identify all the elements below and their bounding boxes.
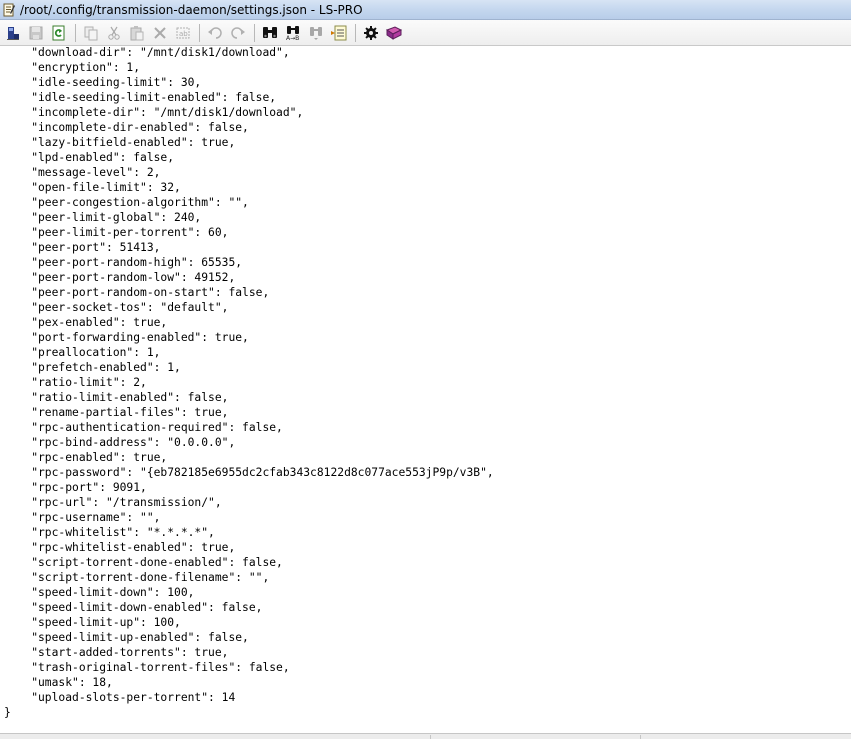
code-line: "lpd-enabled": false, [4,151,175,164]
code-line: "peer-limit-global": 240, [4,211,202,224]
code-line: "download-dir": "/mnt/disk1/download", [4,46,290,59]
text-editor[interactable]: "download-dir": "/mnt/disk1/download", "… [0,46,851,733]
code-line: "port-forwarding-enabled": true, [4,331,249,344]
undo-icon[interactable] [204,22,226,44]
code-line: "open-file-limit": 32, [4,181,181,194]
code-line: "rename-partial-files": true, [4,406,229,419]
find-next-icon[interactable] [305,22,327,44]
code-line: "peer-port-random-low": 49152, [4,271,236,284]
document-icon [3,3,15,17]
status-bar-section [640,735,641,739]
delete-icon[interactable] [149,22,171,44]
code-line: "rpc-authentication-required": false, [4,421,283,434]
code-line: "peer-socket-tos": "default", [4,301,229,314]
code-line: "incomplete-dir": "/mnt/disk1/download", [4,106,304,119]
paste-icon[interactable] [126,22,148,44]
code-line: "upload-slots-per-torrent": 14 [4,691,236,704]
code-line: "peer-port": 51413, [4,241,161,254]
code-line: "preallocation": 1, [4,346,161,359]
svg-text:A→B: A→B [286,35,299,41]
code-line: "script-torrent-done-enabled": false, [4,556,283,569]
code-line: "umask": 18, [4,676,113,689]
code-line: "speed-limit-down-enabled": false, [4,601,263,614]
status-bar [0,733,851,739]
code-line: "rpc-password": "{eb782185e6955dc2cfab34… [4,466,494,479]
code-line: "ratio-limit": 2, [4,376,147,389]
replace-icon[interactable]: A→B [282,22,304,44]
help-icon[interactable] [383,22,405,44]
code-line: "peer-port-random-high": 65535, [4,256,243,269]
code-line: "start-added-torrents": true, [4,646,229,659]
editor-window: /root/.config/transmission-daemon/settin… [0,0,851,739]
svg-text:ab: ab [179,30,188,38]
settings-icon[interactable] [360,22,382,44]
window-title: /root/.config/transmission-daemon/settin… [20,2,363,17]
code-line: "idle-seeding-limit-enabled": false, [4,91,277,104]
save-icon[interactable] [25,22,47,44]
toolbar: ab A→B [0,20,851,46]
code-line: "rpc-enabled": true, [4,451,168,464]
copy-icon[interactable] [80,22,102,44]
code-line: "speed-limit-down": 100, [4,586,195,599]
go-to-line-icon[interactable] [328,22,350,44]
find-icon[interactable] [259,22,281,44]
code-line: "rpc-username": "", [4,511,161,524]
open-remote-icon[interactable] [2,22,24,44]
code-line: "prefetch-enabled": 1, [4,361,181,374]
select-all-icon[interactable]: ab [172,22,194,44]
cut-icon[interactable] [103,22,125,44]
code-line: "peer-congestion-algorithm": "", [4,196,249,209]
toolbar-separator [355,23,356,42]
code-line: "trash-original-torrent-files": false, [4,661,290,674]
code-line: } [4,706,11,719]
toolbar-separator [254,23,255,42]
code-line: "ratio-limit-enabled": false, [4,391,229,404]
code-line: "rpc-url": "/transmission/", [4,496,222,509]
code-line: "rpc-port": 9091, [4,481,147,494]
code-line: "pex-enabled": true, [4,316,168,329]
code-line: "rpc-bind-address": "0.0.0.0", [4,436,236,449]
code-line: "script-torrent-done-filename": "", [4,571,270,584]
code-line: "rpc-whitelist-enabled": true, [4,541,236,554]
toolbar-separator [75,23,76,42]
toolbar-separator [199,23,200,42]
reload-icon[interactable] [48,22,70,44]
code-line: "idle-seeding-limit": 30, [4,76,202,89]
title-bar: /root/.config/transmission-daemon/settin… [0,0,851,20]
status-bar-section [430,735,431,739]
code-line: "peer-port-random-on-start": false, [4,286,270,299]
code-line: "rpc-whitelist": "*.*.*.*", [4,526,215,539]
code-line: "lazy-bitfield-enabled": true, [4,136,236,149]
code-line: "message-level": 2, [4,166,161,179]
code-line: "speed-limit-up-enabled": false, [4,631,249,644]
code-line: "peer-limit-per-torrent": 60, [4,226,229,239]
code-line: "incomplete-dir-enabled": false, [4,121,249,134]
code-line: "speed-limit-up": 100, [4,616,181,629]
redo-icon[interactable] [227,22,249,44]
code-line: "encryption": 1, [4,61,141,74]
